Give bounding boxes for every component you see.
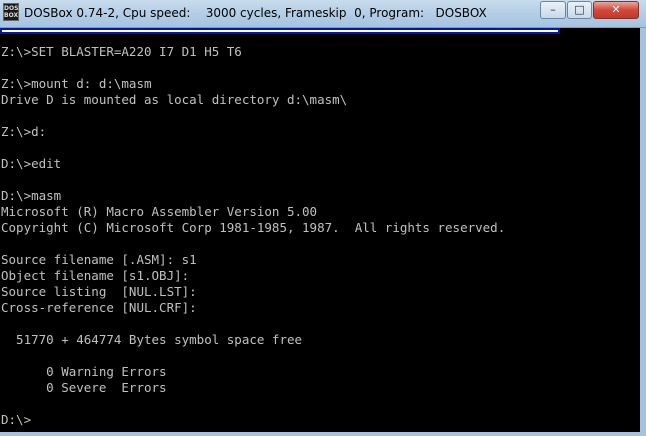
console-line: 51770 + 464774 Bytes symbol space free (1, 332, 303, 347)
console-prompt[interactable]: D:\> (1, 412, 31, 428)
window-frame-bottom (0, 432, 646, 436)
console-line: Z:\>SET BLASTER=A220 I7 D1 H5 T6 (1, 44, 242, 59)
console-line: 0 Severe Errors (1, 380, 167, 395)
console-line: Microsoft (R) Macro Assembler Version 5.… (1, 204, 318, 219)
console-line: Source listing [NUL.LST]: (1, 284, 197, 299)
console-line: Drive D is mounted as local directory d:… (1, 92, 348, 107)
console-line: D:\>masm (1, 188, 62, 203)
console-line: Z:\>mount d: d:\masm (1, 76, 152, 91)
console-line: Object filename [s1.OBJ]: (1, 268, 190, 283)
console-line: D:\>edit (1, 156, 62, 171)
console-line: 0 Warning Errors (1, 364, 167, 379)
dos-console[interactable]: Z:\>SET BLASTER=A220 I7 D1 H5 T6 Z:\>mou… (0, 36, 640, 432)
minimize-button[interactable]: – (540, 1, 566, 19)
dos-screen-top-bar (0, 28, 560, 34)
window-frame-right (640, 28, 646, 436)
console-line: Source filename [.ASM]: s1 (1, 252, 197, 267)
title-bar[interactable]: DOS BOX DOSBox 0.74-2, Cpu speed: 3000 c… (0, 0, 646, 28)
console-line: Copyright (C) Microsoft Corp 1981-1985, … (1, 220, 506, 235)
close-button[interactable]: ✕ (593, 1, 639, 19)
dosbox-app-icon[interactable]: DOS BOX (3, 3, 19, 21)
window-title: DOSBox 0.74-2, Cpu speed: 3000 cycles, F… (24, 6, 487, 20)
maximize-button[interactable]: □ (567, 1, 592, 19)
console-line: Cross-reference [NUL.CRF]: (1, 300, 197, 315)
console-line: Z:\>d: (1, 124, 47, 139)
